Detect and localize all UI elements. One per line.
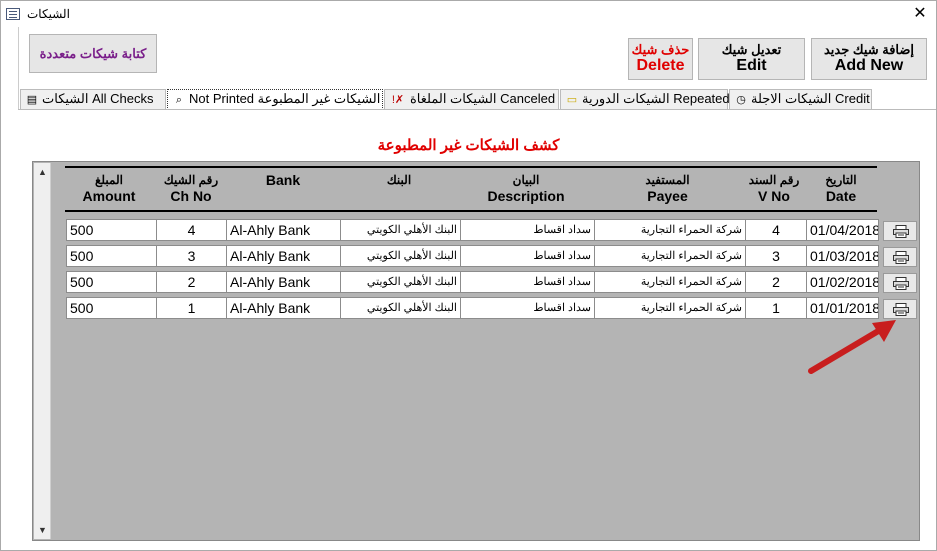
- annotation-arrow-icon: [808, 320, 896, 374]
